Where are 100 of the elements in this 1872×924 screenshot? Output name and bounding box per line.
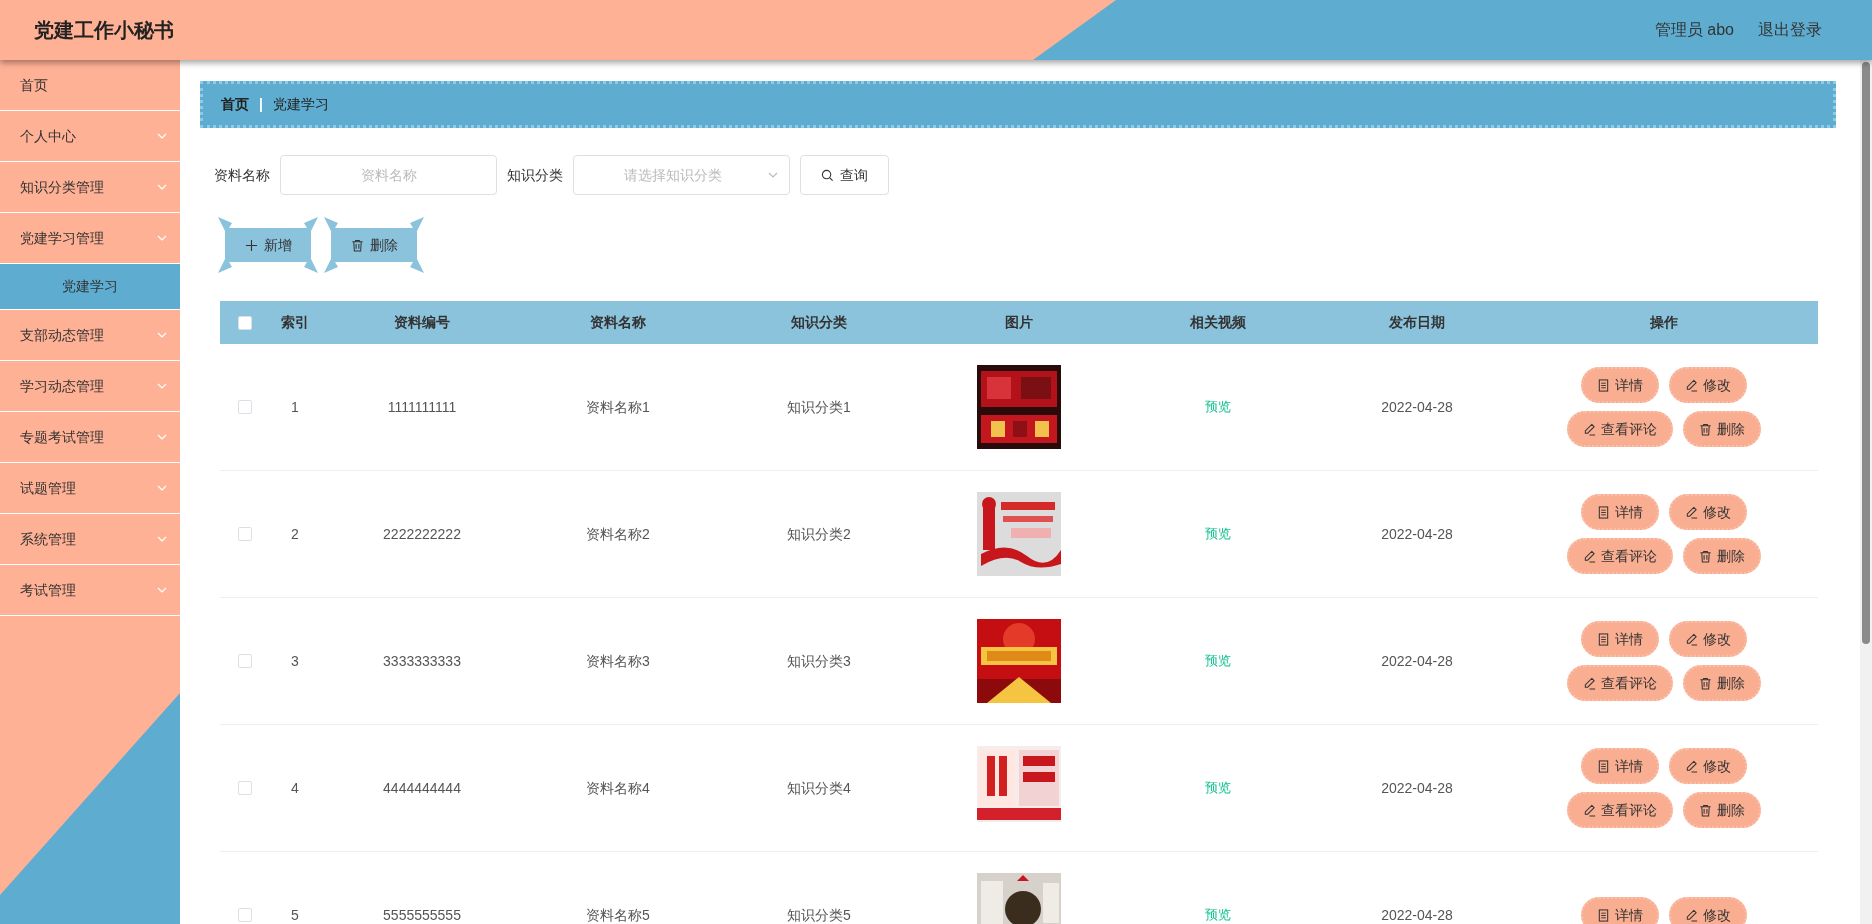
pencil-icon [1685,505,1698,519]
sidebar-item[interactable]: 学习动态管理 [0,361,180,412]
column-header: 知识分类 [790,313,848,332]
breadcrumb-link[interactable]: 党建学习 [272,94,329,115]
table-cell-text: 2 [290,524,300,544]
pencil-icon [1583,422,1596,436]
scrollbar[interactable] [1860,60,1872,924]
table-cell-text: 资料名称4 [585,778,651,798]
action-button[interactable]: 详情 [1581,621,1659,657]
trash-icon [350,238,364,252]
table-cell-text: 资料名称5 [585,905,651,924]
sidebar-item[interactable]: 个人中心 [0,111,180,162]
pencil-icon [1583,803,1596,817]
trash-icon [1699,676,1712,690]
column-header: 发布日期 [1388,313,1446,332]
app-title: 党建工作小秘书 [34,18,174,43]
search-button[interactable]: 查询 [800,155,889,195]
checkbox[interactable] [238,654,252,668]
action-button[interactable]: 删除 [1683,665,1761,701]
sidebar-item[interactable]: 支部动态管理 [0,310,180,361]
action-button[interactable]: 详情 [1581,494,1659,530]
table-cell-text: 知识分类2 [786,524,852,544]
checkbox[interactable] [238,315,252,330]
table-cell-text: 2022-04-28 [1380,397,1454,417]
sidebar-item[interactable]: 专题考试管理 [0,412,180,463]
column-header: 资料编号 [393,313,451,332]
table-cell-text: 2022-04-28 [1380,524,1454,544]
column-header: 操作 [1649,313,1679,332]
table-cell-text: 3 [290,651,300,671]
sidebar-item[interactable]: 试题管理 [0,463,180,514]
action-button[interactable]: 查看评论 [1567,665,1673,701]
table-cell-text: 1111111111 [386,397,458,417]
document-icon [1597,378,1610,392]
table-cell-text: 资料名称3 [585,651,651,671]
sidebar-item[interactable]: 考试管理 [0,565,180,616]
action-button[interactable]: 查看评论 [1567,792,1673,828]
pencil-icon [1583,676,1596,690]
document-icon [1597,759,1610,773]
action-button[interactable]: 修改 [1669,621,1747,657]
pencil-icon [1685,632,1698,646]
table-cell-text: 资料名称2 [585,524,651,544]
column-header: 索引 [280,313,310,332]
header-link[interactable]: 管理员 abo [1654,18,1734,42]
action-button[interactable]: 删除 [1683,792,1761,828]
sidebar-subitem[interactable]: 党建学习 [0,264,180,310]
table-cell-text: 2022-04-28 [1380,905,1454,924]
action-button[interactable]: 详情 [1581,748,1659,784]
trash-icon [1699,803,1712,817]
action-button[interactable]: 修改 [1669,367,1747,403]
table-cell-text: 1 [290,397,300,417]
pencil-icon [1583,549,1596,563]
plus-icon [244,238,258,252]
field-label: 资料名称 [214,165,270,185]
search-icon [821,168,834,182]
document-icon [1597,632,1610,646]
sidebar-item[interactable]: 首页 [0,60,180,111]
action-button[interactable]: 查看评论 [1567,411,1673,447]
sidebar-item[interactable]: 知识分类管理 [0,162,180,213]
pencil-icon [1685,759,1698,773]
trash-icon [1699,422,1712,436]
table-cell-text: 3333333333 [382,651,462,671]
table-cell-text: 4 [290,778,300,798]
table-cell-text: 2222222222 [382,524,462,544]
table-cell-text: 5555555555 [382,905,462,924]
checkbox[interactable] [238,781,252,795]
scrollbar-thumb[interactable] [1862,62,1870,644]
breadcrumb-link[interactable]: 首页 [221,94,249,115]
action-button[interactable]: 删除 [1683,538,1761,574]
column-header: 相关视频 [1189,313,1247,332]
checkbox[interactable] [238,527,252,541]
table-cell-text: 5 [290,905,300,924]
toolbar-button[interactable]: 新增 [225,228,311,262]
table-cell-text: 2022-04-28 [1380,651,1454,671]
field-label: 知识分类 [507,165,563,185]
header-link[interactable]: 退出登录 [1758,18,1822,42]
breadcrumb-separator: | [259,95,263,114]
input-field[interactable]: 资料名称 [280,155,497,195]
column-header: 资料名称 [589,313,647,332]
action-button[interactable]: 修改 [1669,748,1747,784]
checkbox[interactable] [238,908,252,922]
table-cell-text: 4444444444 [382,778,462,798]
document-icon [1597,908,1610,922]
sidebar-item[interactable]: 系统管理 [0,514,180,565]
toolbar-button[interactable]: 删除 [331,228,417,262]
action-button[interactable]: 详情 [1581,367,1659,403]
table-cell-text: 知识分类4 [786,778,852,798]
action-button[interactable]: 查看评论 [1567,538,1673,574]
pencil-icon [1685,378,1698,392]
table-cell-text: 2022-04-28 [1380,778,1454,798]
table-cell-text: 知识分类3 [786,651,852,671]
table-cell-text: 资料名称1 [585,397,651,417]
table-cell-text: 知识分类5 [786,905,852,924]
checkbox[interactable] [238,400,252,414]
action-button[interactable]: 详情 [1581,897,1659,924]
pencil-icon [1685,908,1698,922]
action-button[interactable]: 删除 [1683,411,1761,447]
document-icon [1597,505,1610,519]
trash-icon [1699,549,1712,563]
action-button[interactable]: 修改 [1669,494,1747,530]
action-button[interactable]: 修改 [1669,897,1747,924]
